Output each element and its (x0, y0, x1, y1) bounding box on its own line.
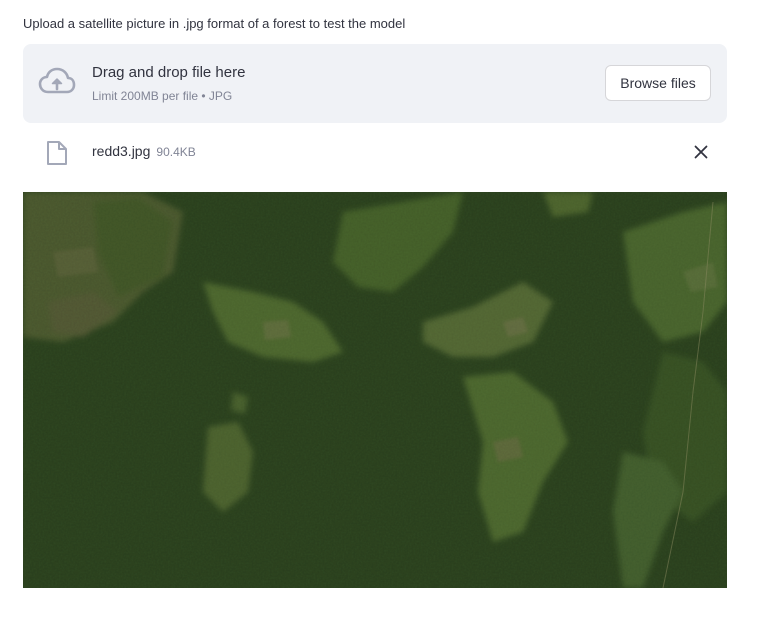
file-dropzone[interactable]: Drag and drop file here Limit 200MB per … (23, 44, 727, 123)
satellite-forest-image (23, 192, 727, 588)
dropzone-text: Drag and drop file here Limit 200MB per … (92, 63, 245, 103)
dropzone-limit: Limit 200MB per file • JPG (92, 89, 233, 103)
cloud-upload-icon (38, 67, 76, 94)
file-size: 90.4KB (156, 145, 196, 159)
close-icon (694, 145, 708, 159)
file-icon (47, 141, 67, 165)
satellite-image-graphic (23, 192, 727, 588)
browse-files-button[interactable]: Browse files (605, 65, 711, 101)
dropzone-title: Drag and drop file here (92, 64, 246, 81)
file-name: redd3.jpg (92, 143, 151, 159)
file-name-line: redd3.jpg 90.4KB (92, 143, 196, 159)
app-root: Upload a satellite picture in .jpg forma… (0, 0, 771, 617)
uploaded-file-row: redd3.jpg 90.4KB (23, 134, 727, 170)
uploader-label: Upload a satellite picture in .jpg forma… (23, 16, 406, 31)
remove-file-button[interactable] (691, 142, 711, 162)
